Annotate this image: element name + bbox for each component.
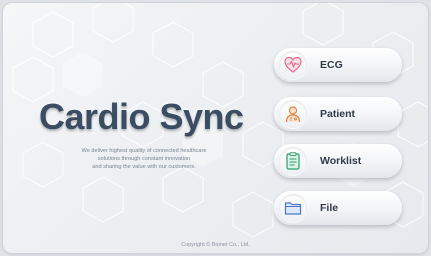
tagline: We deliver highest quality of connected …: [53, 147, 235, 171]
worklist-button-label: Worklist: [320, 155, 362, 167]
tagline-line: We deliver highest quality of connected …: [81, 148, 207, 154]
file-button[interactable]: File: [274, 191, 402, 225]
clipboard-icon: [286, 152, 300, 170]
folder-icon: [284, 202, 302, 215]
ecg-button-label: ECG: [320, 59, 343, 71]
copyright: Copyright © Bionet Co., Ltd.: [181, 242, 250, 248]
app-title: Cardio Sync: [39, 96, 244, 137]
ecg-button[interactable]: ECG: [274, 48, 402, 82]
file-icon-holder: [279, 194, 307, 222]
file-button-label: File: [320, 202, 339, 214]
ecg-icon-holder: [279, 51, 307, 79]
worklist-button[interactable]: Worklist: [274, 144, 402, 178]
heart-ecg-icon: [284, 56, 302, 73]
patient-icon-holder: [279, 100, 307, 128]
patient-button[interactable]: Patient: [274, 97, 402, 131]
patient-button-label: Patient: [320, 108, 356, 120]
tagline-line: solutions through constant innovation: [97, 156, 191, 162]
app-window: Cardio Sync We deliver highest quality o…: [3, 3, 428, 253]
tagline-line: and sharing the value with our customers…: [92, 164, 196, 170]
patient-icon: [285, 106, 301, 123]
worklist-icon-holder: [279, 147, 307, 175]
